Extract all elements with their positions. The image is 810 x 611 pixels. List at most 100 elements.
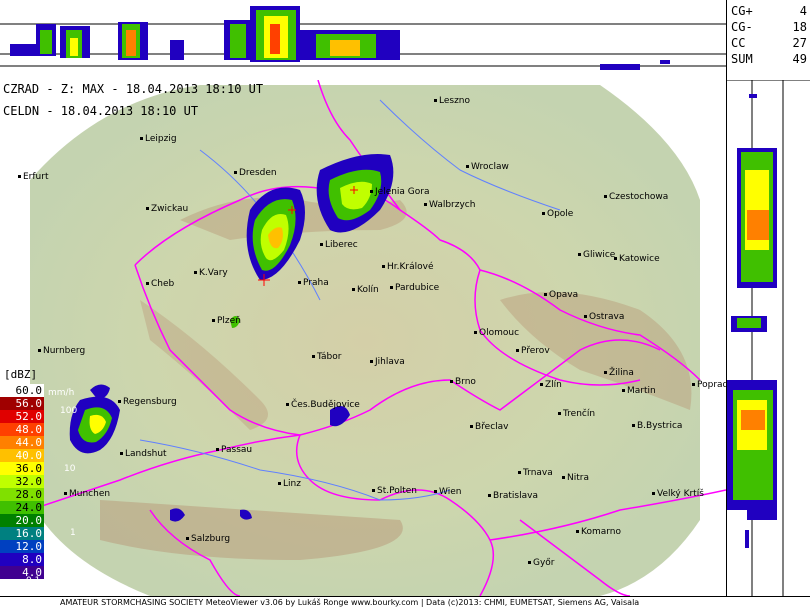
stat-label: CG+ bbox=[731, 4, 753, 18]
city-dot-icon bbox=[216, 448, 219, 451]
city-label: Čes.Budějovice bbox=[286, 400, 360, 410]
legend-entry: 56.0 bbox=[0, 397, 44, 410]
city-label: Bratislava bbox=[488, 491, 538, 501]
map-canvas bbox=[0, 80, 726, 596]
radar-product-title: CZRAD - Z: MAX - 18.04.2013 18:10 UT bbox=[3, 82, 264, 96]
city-dot-icon bbox=[146, 207, 149, 210]
city-label: Plzeň bbox=[212, 316, 241, 326]
scale-label: 0.1 bbox=[26, 576, 41, 586]
top-max-projection bbox=[0, 0, 726, 81]
city-dot-icon bbox=[18, 175, 21, 178]
city-dot-icon bbox=[450, 380, 453, 383]
stat-label: CC bbox=[731, 36, 746, 50]
city-label: Jihlava bbox=[370, 357, 405, 367]
city-label: Brno bbox=[450, 377, 476, 387]
city-label: Katowice bbox=[614, 254, 660, 264]
legend-entry: 44.0 bbox=[0, 436, 44, 449]
city-label: Liberec bbox=[320, 240, 358, 250]
city-label: Cheb bbox=[146, 279, 174, 289]
city-label: Trenčín bbox=[558, 409, 595, 419]
city-dot-icon bbox=[140, 137, 143, 140]
legend-title: [dBZ] bbox=[4, 368, 38, 381]
city-label: Landshut bbox=[120, 449, 167, 459]
city-dot-icon bbox=[540, 383, 543, 386]
city-dot-icon bbox=[558, 412, 561, 415]
city-label: Győr bbox=[528, 558, 555, 568]
city-label: Walbrzych bbox=[424, 200, 475, 210]
city-label: Linz bbox=[278, 479, 301, 489]
top-echo-columns bbox=[10, 6, 670, 70]
city-label: Salzburg bbox=[186, 534, 230, 544]
legend-entry: 32.0 bbox=[0, 475, 44, 488]
city-dot-icon bbox=[692, 383, 695, 386]
city-dot-icon bbox=[390, 286, 393, 289]
city-dot-icon bbox=[234, 171, 237, 174]
city-label: Trnava bbox=[518, 468, 553, 478]
scale-label: 10 bbox=[64, 464, 76, 474]
city-dot-icon bbox=[120, 452, 123, 455]
city-label: Přerov bbox=[516, 346, 550, 356]
footer-credits: AMATEUR STORMCHASING SOCIETY MeteoViewer… bbox=[60, 598, 640, 607]
city-label: St.Polten bbox=[372, 486, 417, 496]
city-dot-icon bbox=[652, 492, 655, 495]
legend-entry: 16.0 bbox=[0, 527, 44, 540]
city-dot-icon bbox=[286, 403, 289, 406]
city-label: Hr.Králové bbox=[382, 262, 434, 272]
city-label: Komarno bbox=[576, 527, 621, 537]
city-label: Leszno bbox=[434, 96, 470, 106]
city-dot-icon bbox=[632, 424, 635, 427]
scale-label: mm/h bbox=[48, 388, 75, 398]
city-dot-icon bbox=[64, 492, 67, 495]
city-label: Czestochowa bbox=[604, 192, 668, 202]
legend-entry: 36.0 bbox=[0, 462, 44, 475]
city-dot-icon bbox=[320, 243, 323, 246]
scale-label: 1 bbox=[70, 528, 76, 538]
city-dot-icon bbox=[372, 489, 375, 492]
city-label: Jelenia Gora bbox=[370, 187, 430, 197]
city-dot-icon bbox=[622, 389, 625, 392]
city-dot-icon bbox=[434, 99, 437, 102]
city-dot-icon bbox=[186, 537, 189, 540]
city-label: Opole bbox=[542, 209, 573, 219]
stat-value: 4 bbox=[799, 4, 807, 18]
city-dot-icon bbox=[584, 315, 587, 318]
city-dot-icon bbox=[194, 271, 197, 274]
city-dot-icon bbox=[370, 190, 373, 193]
city-label: Praha bbox=[298, 278, 329, 288]
legend-entry: 24.0 bbox=[0, 501, 44, 514]
city-dot-icon bbox=[604, 371, 607, 374]
city-dot-icon bbox=[424, 203, 427, 206]
legend-entry: 40.0 bbox=[0, 449, 44, 462]
city-label: Poprad bbox=[692, 380, 726, 390]
city-label: Passau bbox=[216, 445, 252, 455]
city-label: Zlín bbox=[540, 380, 562, 390]
city-dot-icon bbox=[146, 282, 149, 285]
city-label: Leipzig bbox=[140, 134, 177, 144]
city-label: Wroclaw bbox=[466, 162, 509, 172]
city-dot-icon bbox=[542, 212, 545, 215]
city-label: Opava bbox=[544, 290, 578, 300]
city-dot-icon bbox=[518, 471, 521, 474]
city-label: Pardubice bbox=[390, 283, 439, 293]
legend-entry: 52.0 bbox=[0, 410, 44, 423]
city-dot-icon bbox=[278, 482, 281, 485]
radar-map[interactable]: CZRAD - Z: MAX - 18.04.2013 18:10 UT CEL… bbox=[0, 80, 726, 596]
city-dot-icon bbox=[382, 265, 385, 268]
legend-entry: 60.0 bbox=[0, 384, 44, 397]
city-label: B.Bystrica bbox=[632, 421, 682, 431]
city-dot-icon bbox=[474, 331, 477, 334]
right-max-projection bbox=[726, 79, 810, 596]
top-projection-graph bbox=[0, 6, 726, 70]
city-label: Zwickau bbox=[146, 204, 188, 214]
stat-value: 27 bbox=[792, 36, 807, 50]
stat-value: 49 bbox=[792, 52, 807, 66]
city-label: Gliwice bbox=[578, 250, 615, 260]
right-echo-rows bbox=[727, 94, 777, 548]
legend-entry: 8.0 bbox=[0, 553, 44, 566]
city-label: Ostrava bbox=[584, 312, 624, 322]
city-label: Erfurt bbox=[18, 172, 49, 182]
city-label: Velký Krtíš bbox=[652, 489, 704, 499]
city-dot-icon bbox=[312, 355, 315, 358]
city-label: Žilina bbox=[604, 368, 634, 378]
city-label: Dresden bbox=[234, 168, 277, 178]
